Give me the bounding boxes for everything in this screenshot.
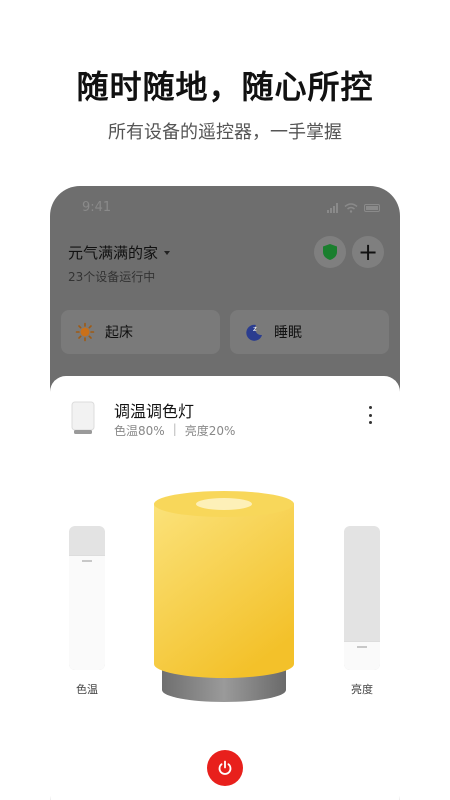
- color-temp-slider[interactable]: [69, 526, 105, 670]
- brightness-slider[interactable]: [344, 526, 380, 670]
- brightness-label: 亮度: [351, 683, 373, 696]
- scene-wake-up[interactable]: 起床: [61, 310, 220, 354]
- home-name: 元气满满的家: [68, 244, 159, 262]
- promo-headline: 随时随地，随心所控: [76, 68, 374, 106]
- brightness-readout: 亮度20%: [184, 424, 236, 438]
- color-temp-readout: 色温80%: [114, 424, 165, 438]
- brightness-slider-handle[interactable]: [357, 646, 367, 648]
- caret-down-icon: [164, 250, 171, 255]
- device-status: 色温80% | 亮度20%: [114, 422, 235, 439]
- home-selector[interactable]: 元气满满的家: [68, 242, 171, 263]
- svg-text:z: z: [253, 325, 257, 333]
- wifi-icon: [344, 203, 358, 213]
- promo-subline: 所有设备的遥控器，一手掌握: [108, 122, 342, 143]
- moon-sleep-icon: z: [244, 322, 264, 342]
- power-button[interactable]: [207, 750, 243, 786]
- lamp-thumbnail-icon: [71, 401, 95, 434]
- power-icon: [218, 760, 232, 775]
- shield-icon: [323, 244, 337, 260]
- status-bar: 9:41: [82, 200, 380, 218]
- device-count: 23个设备运行中: [68, 270, 156, 284]
- security-button[interactable]: [314, 236, 346, 268]
- phone-screen: 9:41 元气满满的家 23个设备运行中 + 起床 z 睡眠 调温调色灯 色温8…: [50, 186, 400, 800]
- lamp-illustration: [154, 491, 294, 702]
- scene-sleep[interactable]: z 睡眠: [230, 310, 389, 354]
- color-temp-label: 色温: [76, 683, 98, 696]
- add-device-button[interactable]: +: [352, 236, 384, 268]
- signal-icon: [327, 203, 338, 213]
- status-icons: [327, 203, 380, 213]
- color-temp-slider-fill: [69, 555, 105, 670]
- scene-wake-label: 起床: [105, 325, 133, 341]
- more-options-icon[interactable]: [364, 406, 376, 424]
- sun-icon: [75, 322, 95, 342]
- status-separator: |: [172, 422, 177, 436]
- status-time: 9:41: [82, 200, 112, 215]
- color-temp-slider-handle[interactable]: [82, 560, 92, 562]
- scene-sleep-label: 睡眠: [274, 325, 302, 341]
- device-control-sheet: 调温调色灯 色温80% | 亮度20% 色温 亮度: [50, 376, 400, 800]
- battery-icon: [364, 204, 380, 212]
- device-name: 调温调色灯: [114, 402, 195, 421]
